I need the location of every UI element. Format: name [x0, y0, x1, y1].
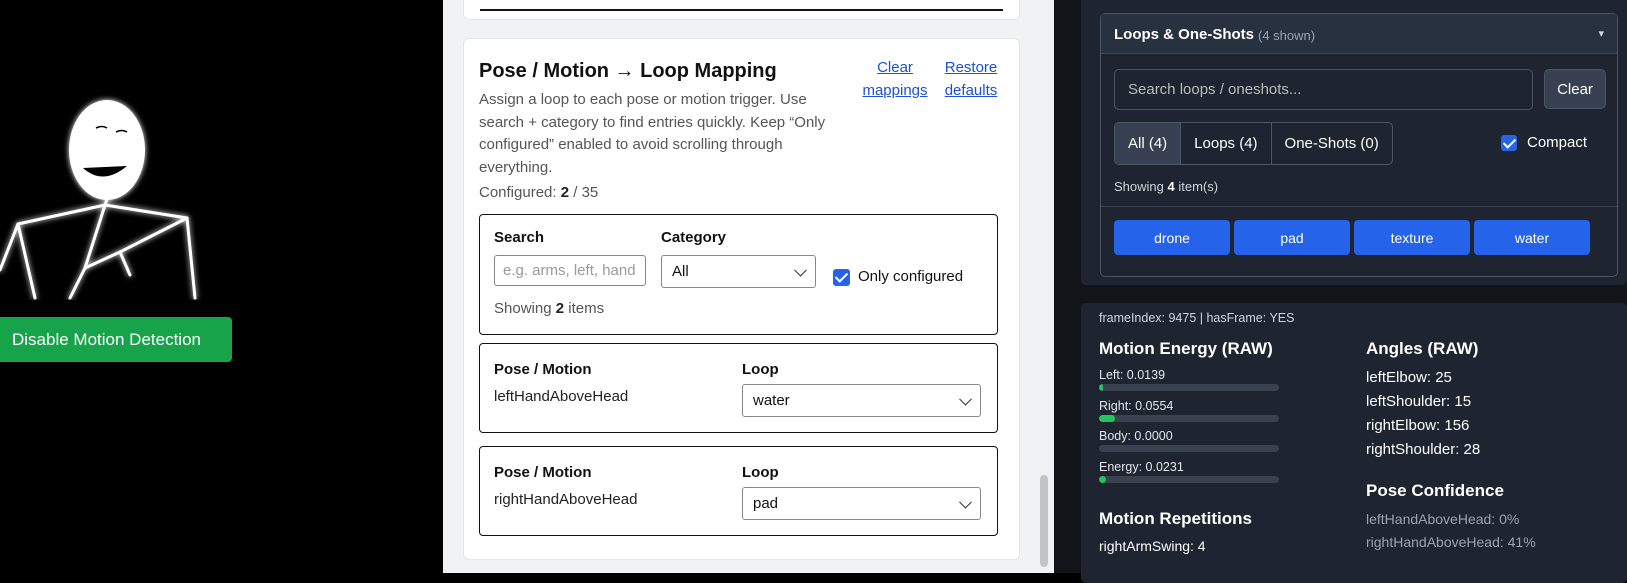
angle-item: rightShoulder: 28	[1366, 441, 1481, 458]
mapping-title: Pose / Motion → Loop Mapping	[479, 60, 777, 82]
showing-items-text: Showing 2 items	[494, 300, 604, 317]
configured-count: 2	[560, 184, 570, 201]
video-feed: Disable Motion Detection	[0, 0, 443, 573]
configured-summary: Configured: 2 / 35	[479, 184, 598, 201]
loop-label: Loop	[742, 361, 779, 378]
energy-body-label: Body: 0.0000	[1099, 429, 1173, 443]
showing-prefix: Showing	[494, 300, 552, 317]
loops-title: Loops & One-Shots	[1114, 26, 1254, 43]
energy-left-label: Left: 0.0139	[1099, 368, 1166, 382]
configured-label: Configured:	[479, 184, 557, 201]
showing-count: 2	[555, 300, 565, 317]
mapping-search-input[interactable]	[494, 255, 646, 286]
energy-right-bar	[1099, 415, 1279, 422]
motion-repetitions-title: Motion Repetitions	[1099, 509, 1252, 528]
only-configured-label[interactable]: Only configured	[858, 268, 963, 285]
loop-select[interactable]: water	[742, 384, 981, 417]
angle-item: leftShoulder: 15	[1366, 393, 1472, 410]
energy-total-fill	[1099, 476, 1106, 483]
loops-search-input[interactable]	[1114, 69, 1533, 110]
tab-all[interactable]: All (4)	[1115, 123, 1182, 164]
mapping-panel: Pose / Motion → Loop Mapping Clear mappi…	[443, 0, 1054, 573]
pose-motion-label: Pose / Motion	[494, 464, 592, 481]
previous-card	[463, 0, 1020, 20]
showing-suffix: items	[568, 300, 605, 317]
compact-checkbox[interactable]	[1501, 135, 1517, 151]
loops-panel: Loops & One-Shots (4 shown) ▾ Clear All …	[1100, 13, 1618, 277]
confidence-item: leftHandAboveHead: 0%	[1366, 511, 1520, 527]
energy-left-fill	[1099, 384, 1103, 391]
loops-clear-button[interactable]: Clear	[1544, 69, 1606, 109]
restore-defaults-link[interactable]: Restore defaults	[940, 56, 1002, 102]
pose-motion-label: Pose / Motion	[494, 361, 592, 378]
only-configured-checkbox[interactable]	[833, 269, 850, 286]
motion-energy-title: Motion Energy (RAW)	[1099, 339, 1273, 358]
loops-showing-prefix: Showing	[1114, 179, 1164, 194]
energy-right-fill	[1099, 415, 1115, 422]
chevron-down-icon	[794, 263, 807, 277]
angle-item: rightElbow: 156	[1366, 417, 1470, 434]
chevron-down-icon	[959, 392, 972, 406]
energy-left-bar	[1099, 384, 1279, 391]
loop-select-value: water	[753, 392, 790, 409]
frame-info: frameIndex: 9475 | hasFrame: YES	[1099, 311, 1295, 325]
loop-tile-texture[interactable]: texture	[1354, 220, 1470, 255]
loop-select[interactable]: pad	[742, 487, 981, 520]
loop-label: Loop	[742, 464, 779, 481]
loop-tile-drone[interactable]: drone	[1114, 220, 1230, 255]
tab-loops[interactable]: Loops (4)	[1181, 123, 1272, 164]
energy-total-bar	[1099, 476, 1279, 483]
category-select[interactable]: All	[661, 255, 816, 288]
loop-select-value: pad	[753, 495, 779, 512]
category-value: All	[672, 263, 689, 280]
configured-total: / 35	[573, 184, 599, 201]
pose-motion-value: rightHandAboveHead	[494, 491, 638, 508]
right-panel: Loops & One-Shots (4 shown) ▾ Clear All …	[1054, 0, 1627, 583]
loops-showing-text: Showing 4 item(s)	[1114, 179, 1218, 194]
mapping-row: Pose / Motion rightHandAboveHead Loop pa…	[479, 446, 998, 536]
compact-label[interactable]: Compact	[1527, 134, 1587, 151]
energy-total-label: Energy: 0.0231	[1099, 460, 1184, 474]
debug-card: frameIndex: 9475 | hasFrame: YES Motion …	[1081, 303, 1627, 583]
energy-right-label: Right: 0.0554	[1099, 399, 1174, 413]
pose-motion-value: leftHandAboveHead	[494, 388, 629, 405]
loop-tile-pad[interactable]: pad	[1234, 220, 1350, 255]
loops-header[interactable]: Loops & One-Shots (4 shown) ▾	[1101, 14, 1617, 54]
clear-mappings-link[interactable]: Clear mappings	[860, 56, 930, 102]
loops-filter-tabs: All (4) Loops (4) One-Shots (0)	[1114, 122, 1393, 165]
caret-down-icon[interactable]: ▾	[1598, 27, 1604, 40]
loops-count: (4 shown)	[1258, 28, 1316, 43]
confidence-item: rightHandAboveHead: 41%	[1366, 534, 1536, 550]
loops-showing-suffix: item(s)	[1178, 179, 1219, 194]
loops-showing-count: 4	[1167, 179, 1175, 194]
mapping-row: Pose / Motion leftHandAboveHead Loop wat…	[479, 343, 998, 433]
angle-item: leftElbow: 25	[1366, 369, 1452, 386]
divider	[1101, 206, 1617, 207]
tab-one-shots[interactable]: One-Shots (0)	[1272, 123, 1392, 164]
skeleton-overlay	[0, 0, 443, 300]
loop-tile-water[interactable]: water	[1474, 220, 1590, 255]
filter-box: Search Category All Only configured Show…	[479, 214, 998, 335]
angles-title: Angles (RAW)	[1366, 339, 1479, 358]
search-label: Search	[494, 229, 545, 246]
scrollbar-thumb[interactable]	[1040, 475, 1048, 567]
energy-body-bar	[1099, 445, 1279, 452]
mapping-description: Assign a loop to each pose or motion tri…	[479, 91, 826, 176]
category-label: Category	[661, 229, 727, 246]
repetition-item: rightArmSwing: 4	[1099, 538, 1206, 554]
chevron-down-icon	[959, 495, 972, 509]
pose-confidence-title: Pose Confidence	[1366, 481, 1504, 500]
disable-motion-detection-button[interactable]: Disable Motion Detection	[0, 317, 232, 362]
